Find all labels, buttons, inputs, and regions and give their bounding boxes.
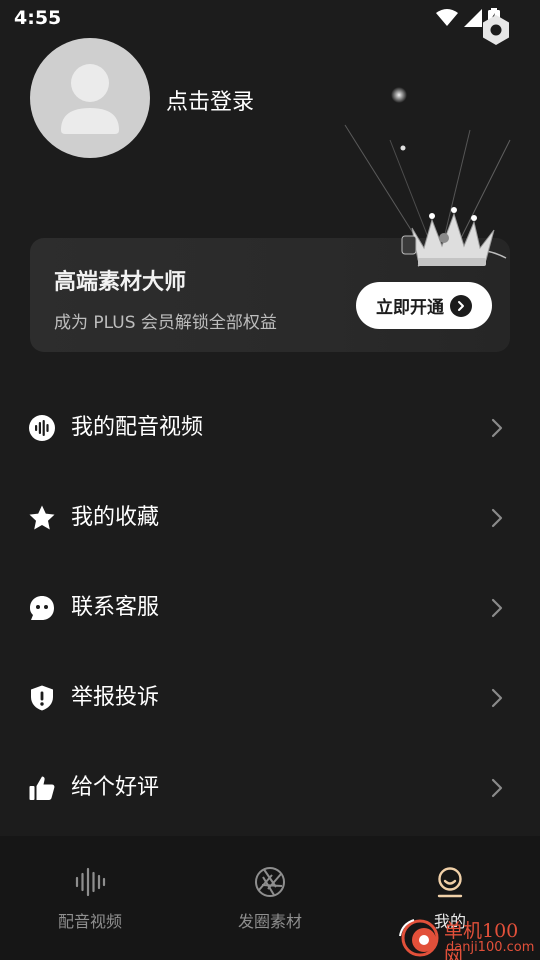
- menu-item-label: 给个好评: [71, 775, 160, 800]
- waveform-icon: [75, 867, 106, 897]
- settings-icon[interactable]: [480, 14, 512, 46]
- tab-dubbing-videos[interactable]: 配音视频: [0, 836, 180, 960]
- wifi-icon: [436, 9, 458, 26]
- chevron-right-icon: [491, 778, 503, 798]
- voice-wave-icon: [29, 415, 55, 441]
- tab-label: 配音视频: [57, 912, 122, 931]
- menu-item-label: 联系客服: [71, 595, 160, 620]
- chat-face-icon: [30, 596, 54, 620]
- menu-item-give-rating[interactable]: 给个好评: [0, 743, 540, 833]
- watermark-logo: 单机100网 danji100.com: [394, 914, 536, 960]
- chevron-right-icon: [491, 418, 503, 438]
- profile-screen: 4:55 点击登录 高端素材大师 成为 PLUS 会员解锁全部权益 立即开通 我…: [0, 0, 540, 960]
- avatar[interactable]: [30, 38, 150, 158]
- menu-item-label: 举报投诉: [71, 685, 160, 710]
- tab-label: 发圈素材: [237, 912, 302, 931]
- menu-item-my-favorites[interactable]: 我的收藏: [0, 473, 540, 563]
- menu-item-report-complaint[interactable]: 举报投诉: [0, 653, 540, 743]
- menu-item-label: 我的收藏: [71, 505, 160, 530]
- star-icon: [29, 505, 55, 530]
- default-user-icon: [61, 64, 119, 134]
- chevron-right-icon: [491, 688, 503, 708]
- status-time: 4:55: [14, 7, 62, 29]
- crown-icon: [401, 207, 507, 267]
- menu-item-contact-support[interactable]: 联系客服: [0, 563, 540, 653]
- vip-card-subtitle: 成为 PLUS 会员解锁全部权益: [54, 313, 277, 333]
- aperture-icon: [255, 867, 285, 897]
- watermark-text-en: danji100.com: [446, 940, 535, 955]
- menu-item-label: 我的配音视频: [71, 415, 204, 440]
- watermark-circle-icon: [399, 919, 439, 957]
- tab-circle-materials[interactable]: 发圈素材: [180, 836, 360, 960]
- status-bar: 4:55: [0, 0, 540, 45]
- chevron-right-circle-icon: [450, 294, 472, 317]
- user-face-icon: [437, 867, 463, 898]
- activate-vip-button[interactable]: 立即开通: [356, 282, 492, 329]
- login-link[interactable]: 点击登录: [166, 84, 254, 116]
- menu-item-my-dubbing-videos[interactable]: 我的配音视频: [0, 383, 540, 473]
- activate-vip-button-label: 立即开通: [376, 298, 444, 318]
- chevron-right-icon: [491, 508, 503, 528]
- shield-alert-icon: [31, 685, 53, 711]
- thumbs-up-icon: [29, 776, 55, 800]
- chevron-right-icon: [491, 598, 503, 618]
- vip-card-title: 高端素材大师: [54, 270, 187, 295]
